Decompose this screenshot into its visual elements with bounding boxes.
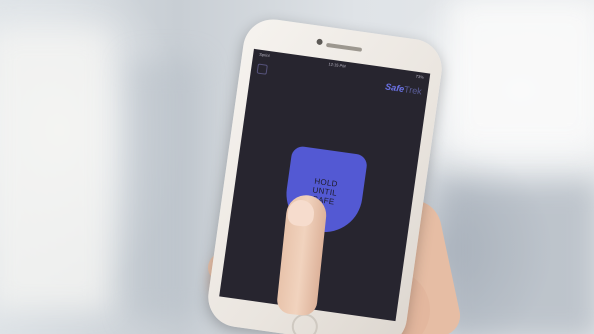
brand-safe-text: Safe	[384, 81, 405, 95]
phone-screen: Sprint 12:15 PM 73% SafeTrek HOLD UNTIL …	[219, 48, 431, 322]
brand-trek-text: Trek	[403, 84, 423, 97]
earpiece-speaker	[325, 42, 363, 52]
background-blur-bottom-right	[440, 180, 594, 334]
front-camera	[316, 38, 323, 46]
status-bar: Sprint 12:15 PM 73%	[253, 49, 431, 84]
photo-scene: Sprint 12:15 PM 73% SafeTrek HOLD UNTIL …	[0, 0, 594, 334]
status-time: 12:15 PM	[328, 61, 346, 69]
status-carrier: Sprint	[258, 51, 270, 59]
hamburger-icon[interactable]	[256, 63, 268, 75]
background-blur-left	[0, 30, 110, 310]
status-battery: 73%	[415, 73, 425, 80]
app-logo: SafeTrek	[385, 81, 423, 98]
background-blur-right	[450, 0, 594, 150]
background-blur-mid	[130, 60, 200, 320]
smartphone: Sprint 12:15 PM 73% SafeTrek HOLD UNTIL …	[204, 15, 446, 334]
